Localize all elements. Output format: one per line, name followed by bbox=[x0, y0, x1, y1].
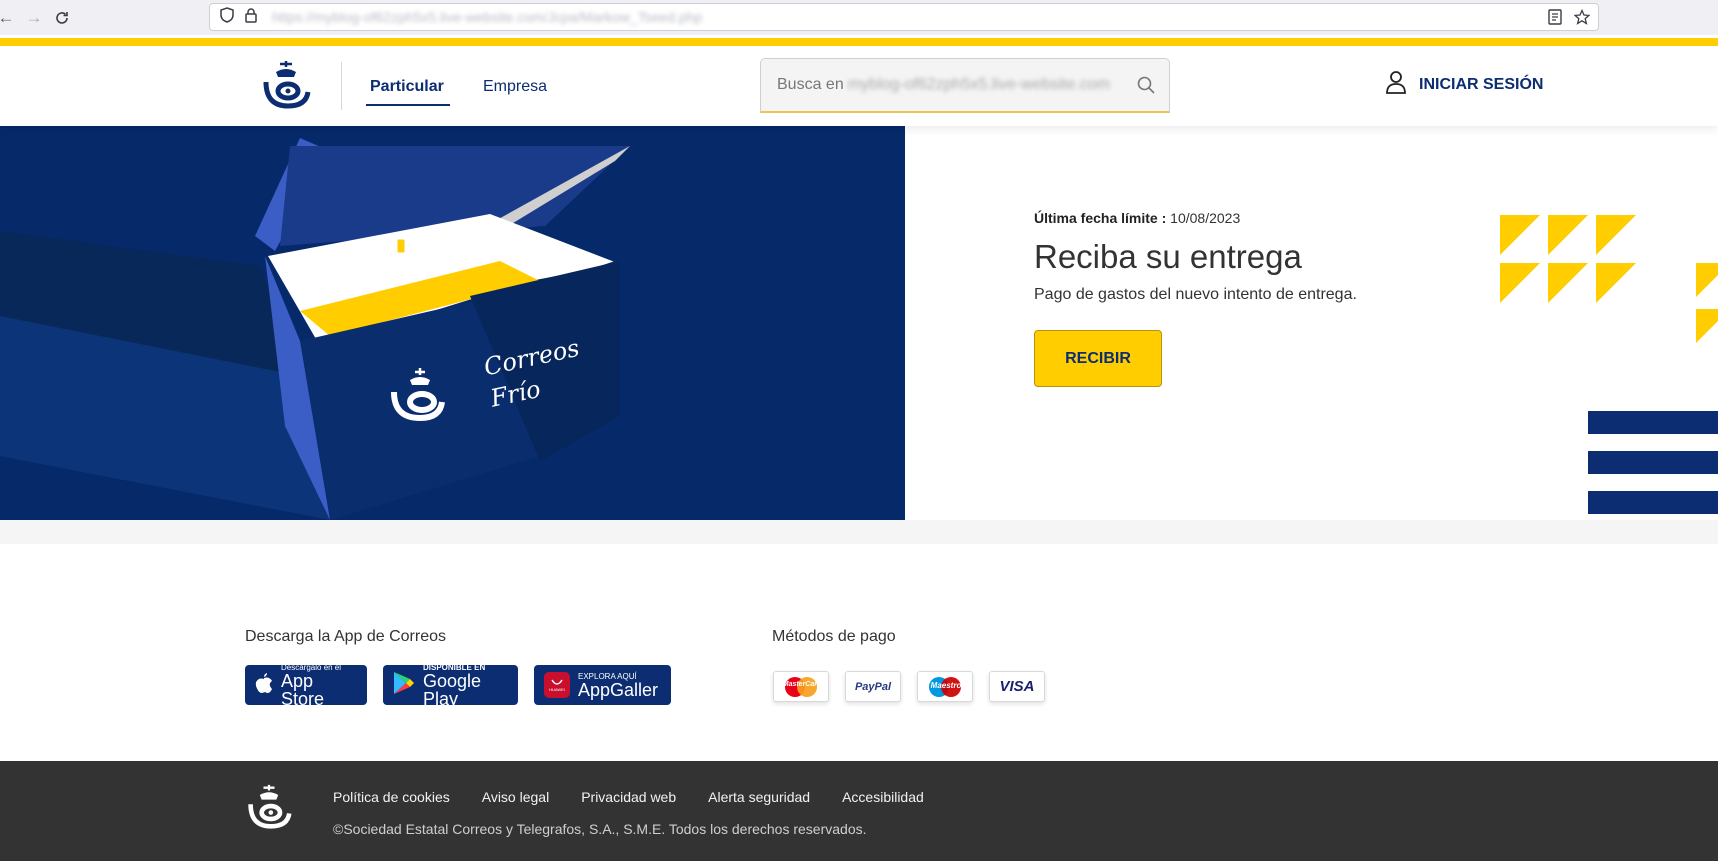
url-text: https://myblog-of62zph5x5.live-website.c… bbox=[272, 9, 703, 25]
search-icon[interactable] bbox=[1137, 76, 1155, 99]
decorative-stripes bbox=[1588, 411, 1718, 521]
address-bar[interactable]: https://myblog-of62zph5x5.live-website.c… bbox=[209, 3, 1599, 31]
apps-title: Descarga la App de Correos bbox=[245, 628, 446, 645]
browser-toolbar: ← → https://myblog-of62zph5x5.live-websi… bbox=[0, 0, 1718, 35]
copyright: ©Sociedad Estatal Correos y Telegrafos, … bbox=[333, 821, 867, 837]
nav-empresa[interactable]: Empresa bbox=[483, 78, 547, 96]
hero-content: Última fecha límite : 10/08/2023 Reciba … bbox=[1034, 210, 1357, 387]
nav-particular[interactable]: Particular bbox=[370, 78, 444, 96]
login-button[interactable]: INICIAR SESIÓN bbox=[1385, 70, 1543, 99]
login-label: INICIAR SESIÓN bbox=[1419, 75, 1544, 93]
receive-button[interactable]: RECIBIR bbox=[1034, 330, 1162, 387]
paypal-label: PayPal bbox=[854, 680, 892, 693]
back-icon[interactable]: ← bbox=[0, 4, 20, 32]
maestro-label: Maestro bbox=[930, 681, 962, 690]
hero-title: Reciba su entrega bbox=[1034, 238, 1302, 275]
hero-illustration: Correos Frío bbox=[0, 126, 905, 520]
paypal-logo: PayPal bbox=[845, 671, 901, 702]
nav-active-indicator bbox=[366, 104, 450, 106]
huawei-icon: HUAWEI bbox=[544, 672, 570, 698]
site-footer: Política de cookies Aviso legal Privacid… bbox=[0, 761, 1718, 861]
footer-link-legal[interactable]: Aviso legal bbox=[482, 789, 549, 805]
footer-link-security[interactable]: Alerta seguridad bbox=[708, 789, 810, 805]
app-store-big: App Store bbox=[281, 670, 325, 709]
visa-label: VISA bbox=[999, 678, 1035, 695]
deadline-label: Última fecha límite : bbox=[1034, 210, 1167, 226]
deadline: Última fecha límite : 10/08/2023 bbox=[1034, 210, 1357, 226]
app-gallery-big: AppGaller bbox=[578, 679, 659, 700]
maestro-logo: Maestro bbox=[917, 671, 973, 702]
hero-subtitle: Pago de gastos del nuevo intento de entr… bbox=[1034, 286, 1357, 303]
footer-link-accessibility[interactable]: Accesibilidad bbox=[842, 789, 924, 805]
search-input[interactable]: Busca en myblog-of62zph5x5.live-website.… bbox=[760, 58, 1170, 113]
site-header: Particular Empresa Busca en myblog-of62z… bbox=[0, 46, 1718, 126]
app-gallery-button[interactable]: HUAWEI EXPLORA AQUÍ AppGaller bbox=[534, 665, 671, 705]
lock-icon[interactable] bbox=[244, 7, 258, 28]
correos-logo-icon[interactable] bbox=[260, 60, 312, 115]
app-store-button[interactable]: Descárgalo en el App Store bbox=[245, 663, 367, 709]
mastercard-label: MasterCard bbox=[782, 681, 822, 688]
user-icon bbox=[1385, 70, 1407, 99]
footer-link-privacy[interactable]: Privacidad web bbox=[581, 789, 676, 805]
google-play-button[interactable]: DISPONIBLE EN Google Play bbox=[383, 663, 518, 709]
search-domain: myblog-of62zph5x5.live-website.com bbox=[847, 76, 1111, 93]
brand-stripe bbox=[0, 38, 1718, 46]
header-divider bbox=[341, 62, 342, 110]
google-play-big: Google Play bbox=[423, 670, 482, 709]
google-play-icon bbox=[393, 671, 415, 700]
apple-icon bbox=[255, 672, 273, 699]
section-divider bbox=[0, 520, 1718, 544]
payments-title: Métodos de pago bbox=[772, 628, 896, 645]
visa-logo: VISA bbox=[989, 671, 1045, 702]
shield-icon[interactable] bbox=[220, 6, 234, 28]
mastercard-logo: MasterCard bbox=[773, 671, 829, 702]
footer-logo-icon[interactable] bbox=[245, 784, 293, 835]
search-label: Busca en bbox=[777, 76, 844, 93]
bookmark-star-icon[interactable] bbox=[1573, 8, 1591, 30]
reader-view-icon[interactable] bbox=[1548, 9, 1562, 30]
reload-icon[interactable] bbox=[48, 4, 76, 32]
footer-links: Política de cookies Aviso legal Privacid… bbox=[333, 789, 924, 805]
forward-icon[interactable]: → bbox=[20, 4, 48, 32]
deadline-value: 10/08/2023 bbox=[1170, 210, 1241, 226]
footer-link-cookies[interactable]: Política de cookies bbox=[333, 789, 450, 805]
huawei-brand: HUAWEI bbox=[549, 686, 565, 692]
decorative-triangles bbox=[1500, 215, 1718, 360]
